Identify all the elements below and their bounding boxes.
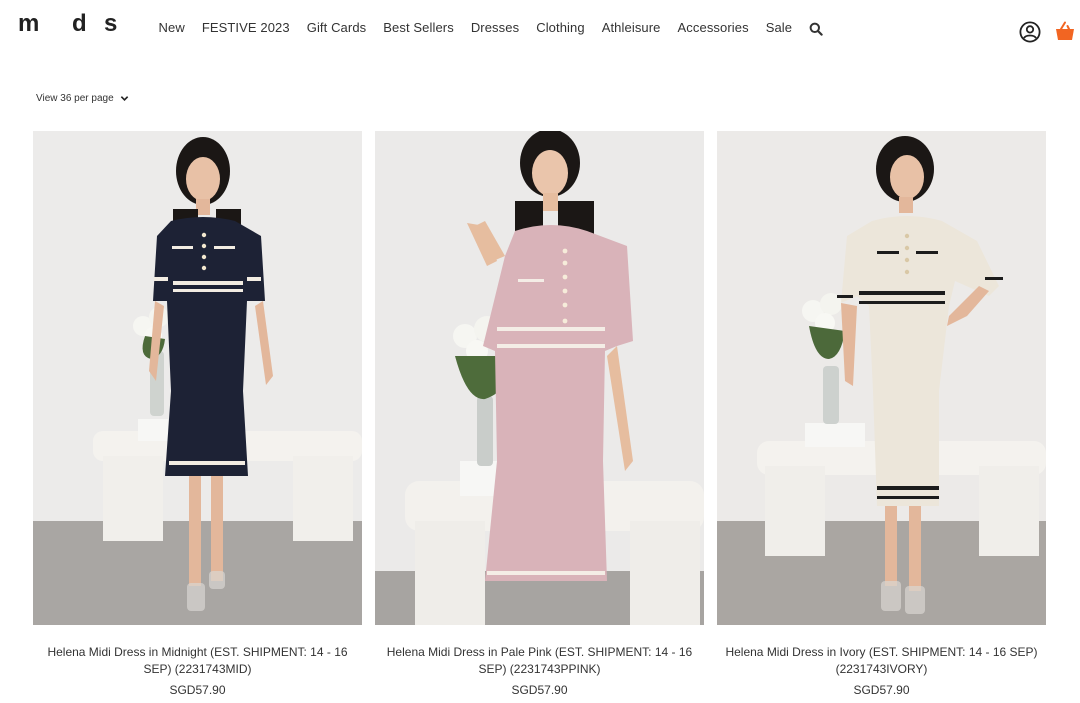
product-price: SGD57.90 <box>511 683 568 697</box>
site-header: m d s New FESTIVE 2023 Gift Cards Best S… <box>0 0 1080 60</box>
product-grid: Helena Midi Dress in Midnight (EST. SHIP… <box>33 131 1046 697</box>
nav-item-sale[interactable]: Sale <box>766 20 792 35</box>
nav-item-gift-cards[interactable]: Gift Cards <box>307 20 367 35</box>
nav-item-accessories[interactable]: Accessories <box>678 20 749 35</box>
logo-letter-d: d <box>72 10 87 37</box>
nav-item-clothing[interactable]: Clothing <box>536 20 585 35</box>
nav-item-festive-2023[interactable]: FESTIVE 2023 <box>202 20 290 35</box>
logo-letter-s: s <box>104 10 118 37</box>
per-page-selector[interactable]: View 36 per page <box>36 93 129 104</box>
product-price: SGD57.90 <box>853 683 910 697</box>
product-card[interactable]: Helena Midi Dress in Midnight (EST. SHIP… <box>33 131 362 697</box>
logo-letter-m: m <box>18 10 40 37</box>
per-page-label: View 36 per page <box>36 93 114 104</box>
nav-item-athleisure[interactable]: Athleisure <box>602 20 661 35</box>
nav-item-best-sellers[interactable]: Best Sellers <box>383 20 454 35</box>
product-name[interactable]: Helena Midi Dress in Pale Pink (EST. SHI… <box>375 644 704 678</box>
account-icon[interactable] <box>1019 21 1041 43</box>
chevron-down-icon <box>120 96 128 101</box>
brand-logo[interactable]: m d s <box>18 10 124 38</box>
product-card[interactable]: Helena Midi Dress in Pale Pink (EST. SHI… <box>375 131 704 697</box>
nav-item-new[interactable]: New <box>159 20 185 35</box>
product-image[interactable] <box>375 131 704 625</box>
product-image[interactable] <box>33 131 362 625</box>
main-nav: New FESTIVE 2023 Gift Cards Best Sellers… <box>150 20 823 36</box>
product-name[interactable]: Helena Midi Dress in Ivory (EST. SHIPMEN… <box>717 644 1046 678</box>
product-price: SGD57.90 <box>169 683 226 697</box>
nav-item-dresses[interactable]: Dresses <box>471 20 519 35</box>
product-image[interactable] <box>717 131 1046 625</box>
product-card[interactable]: Helena Midi Dress in Ivory (EST. SHIPMEN… <box>717 131 1046 697</box>
shopping-basket-icon[interactable] <box>1054 20 1076 42</box>
product-name[interactable]: Helena Midi Dress in Midnight (EST. SHIP… <box>33 644 362 678</box>
search-icon[interactable] <box>809 22 823 36</box>
